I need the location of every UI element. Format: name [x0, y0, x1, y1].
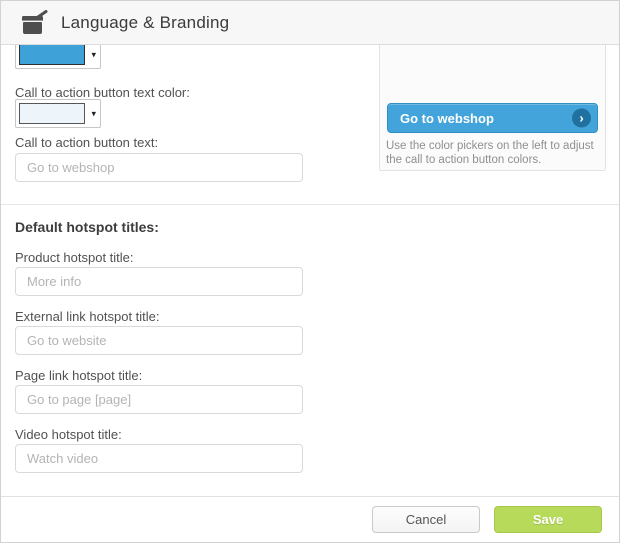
- cta-text-color-label: Call to action button text color:: [15, 85, 190, 100]
- branding-paint-bucket-icon: [21, 10, 48, 35]
- external-link-hotspot-label: External link hotspot title:: [15, 309, 160, 324]
- hotspot-section-heading: Default hotspot titles:: [15, 219, 159, 235]
- cta-text-color-picker[interactable]: ▾: [15, 99, 101, 128]
- color-swatch: [19, 103, 85, 124]
- video-hotspot-label: Video hotspot title:: [15, 427, 122, 442]
- cta-background-color-picker[interactable]: ▾: [15, 45, 101, 69]
- chevron-right-icon: ›: [572, 109, 591, 128]
- cancel-button[interactable]: Cancel: [372, 506, 480, 533]
- video-hotspot-input[interactable]: [15, 444, 303, 473]
- page-link-hotspot-input[interactable]: [15, 385, 303, 414]
- cta-text-input[interactable]: [15, 153, 303, 182]
- footer-bar: Cancel Save: [1, 496, 619, 542]
- preview-helper-text: Use the color pickers on the left to adj…: [386, 139, 602, 167]
- product-hotspot-input[interactable]: [15, 267, 303, 296]
- cta-preview-button[interactable]: Go to webshop ›: [387, 103, 598, 133]
- product-hotspot-label: Product hotspot title:: [15, 250, 134, 265]
- color-swatch: [19, 45, 85, 65]
- cta-preview-button-label: Go to webshop: [400, 111, 494, 126]
- page-link-hotspot-label: Page link hotspot title:: [15, 368, 142, 383]
- save-button[interactable]: Save: [494, 506, 602, 533]
- dropdown-arrow-icon: ▾: [91, 50, 96, 59]
- cta-text-label: Call to action button text:: [15, 135, 158, 150]
- panel-header: Language & Branding: [1, 1, 619, 45]
- cta-preview-panel: Go to webshop › Use the color pickers on…: [379, 45, 606, 171]
- settings-form: ▾ Call to action button text color: ▾ Ca…: [1, 45, 619, 497]
- section-divider: [1, 204, 619, 205]
- language-branding-panel: Language & Branding ▾ Call to action but…: [0, 0, 620, 543]
- page-title: Language & Branding: [61, 13, 229, 33]
- dropdown-arrow-icon: ▾: [91, 109, 96, 118]
- external-link-hotspot-input[interactable]: [15, 326, 303, 355]
